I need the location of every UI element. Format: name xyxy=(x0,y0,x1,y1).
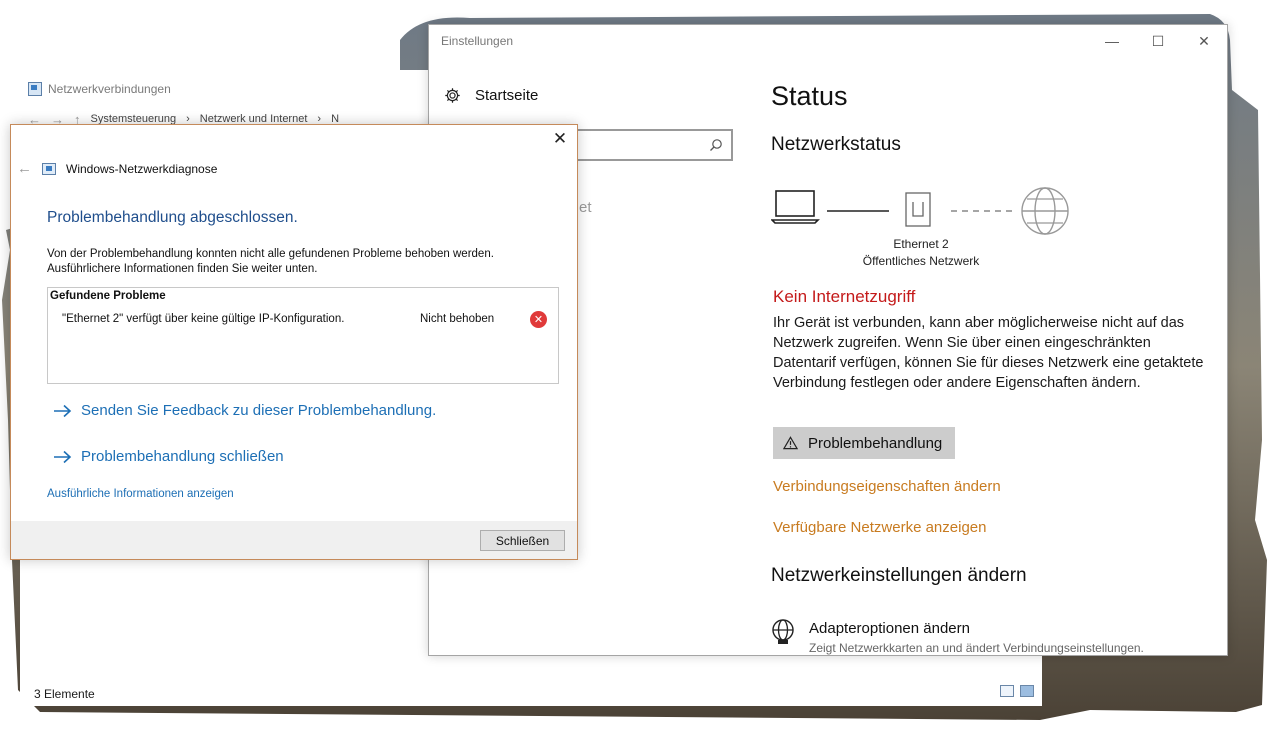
settings-title: Einstellungen xyxy=(441,34,514,48)
troubleshoot-button-label: Problembehandlung xyxy=(808,434,943,452)
arrow-right-icon xyxy=(54,404,72,417)
adapter-options-link[interactable]: Adapteroptionen ändern xyxy=(809,620,970,637)
maximize-icon[interactable]: ☐ xyxy=(1135,25,1181,57)
close-troubleshooter-link[interactable]: Problembehandlung schließen xyxy=(53,448,284,465)
dialog-header: ← Windows-Netzwerkdiagnose xyxy=(17,160,217,177)
explorer-title: Netzwerkverbindungen xyxy=(48,82,171,96)
network-type: Öffentliches Netzwerk xyxy=(862,254,980,268)
view-switcher xyxy=(1000,685,1034,697)
status-description: Ihr Gerät ist verbunden, kann aber mögli… xyxy=(773,315,1204,391)
nav-home[interactable]: Startseite xyxy=(444,87,538,104)
gear-icon xyxy=(445,88,460,103)
problems-header: Gefundene Probleme xyxy=(50,290,166,302)
settings-content: Status Netzwerkstatus Ethernet 2 Öffentl… xyxy=(771,57,1216,655)
feedback-link[interactable]: Senden Sie Feedback zu dieser Problembeh… xyxy=(53,402,436,419)
link-available-networks[interactable]: Verfügbare Netzwerke anzeigen xyxy=(773,519,986,536)
close-icon[interactable]: ✕ xyxy=(543,125,577,153)
arrow-right-icon xyxy=(54,450,72,463)
network-diagnostics-dialog: ✕ ← Windows-Netzwerkdiagnose Problembeha… xyxy=(10,124,578,560)
details-view-icon[interactable] xyxy=(1000,685,1014,697)
troubleshoot-button[interactable]: Problembehandlung xyxy=(773,427,955,459)
dialog-heading: Problembehandlung abgeschlossen. xyxy=(47,209,298,226)
dialog-message-line-1: Von der Problembehandlung konnten nicht … xyxy=(47,248,494,260)
adapter-options-description: Zeigt Netzwerkkarten an und ändert Verbi… xyxy=(809,641,1144,655)
problems-list: Gefundene Probleme "Ethernet 2" verfügt … xyxy=(47,287,559,384)
adapter-globe-icon[interactable] xyxy=(771,619,795,645)
section-heading-netsettings: Netzwerkeinstellungen ändern xyxy=(771,565,1027,586)
close-icon[interactable]: ✕ xyxy=(1181,25,1227,57)
back-arrow-icon[interactable]: ← xyxy=(17,160,32,177)
sidebar-item-fragment[interactable]: et xyxy=(579,199,592,216)
network-diagnostics-icon xyxy=(42,162,56,175)
network-folder-icon xyxy=(28,82,42,96)
adapter-name: Ethernet 2 xyxy=(893,237,949,251)
problem-description: "Ethernet 2" verfügt über keine gültige … xyxy=(62,313,345,325)
globe-icon xyxy=(1021,187,1069,235)
problem-state: Nicht behoben xyxy=(420,313,495,325)
status-no-internet: Kein Internetzugriff xyxy=(773,287,916,306)
close-button[interactable]: Schließen xyxy=(480,530,565,551)
page-title: Status xyxy=(771,81,848,111)
warning-icon xyxy=(783,436,798,450)
error-icon: ✕ xyxy=(530,311,547,328)
ethernet-port-icon xyxy=(905,192,931,227)
details-link[interactable]: Ausführliche Informationen anzeigen xyxy=(47,488,234,500)
dialog-title: Windows-Netzwerkdiagnose xyxy=(66,161,218,176)
large-icons-view-icon[interactable] xyxy=(1020,685,1034,697)
dialog-message-line-2: Ausführlichere Informationen finden Sie … xyxy=(47,263,318,275)
dialog-footer: Schließen xyxy=(11,521,577,559)
search-icon xyxy=(710,139,722,151)
close-troubleshooter-link-label: Problembehandlung schließen xyxy=(81,448,284,465)
window-controls: — ☐ ✕ xyxy=(1089,25,1227,57)
explorer-titlebar: Netzwerkverbindungen xyxy=(28,80,171,98)
section-heading-netstatus: Netzwerkstatus xyxy=(771,134,901,155)
link-connection-properties[interactable]: Verbindungseigenschaften ändern xyxy=(773,478,1001,495)
minimize-icon[interactable]: — xyxy=(1089,25,1135,57)
laptop-icon xyxy=(771,190,820,224)
dialog-message: Von der Problembehandlung konnten nicht … xyxy=(47,247,494,277)
feedback-link-label: Senden Sie Feedback zu dieser Problembeh… xyxy=(81,402,437,419)
nav-home-label: Startseite xyxy=(475,87,539,104)
status-bar-count: 3 Elemente xyxy=(34,687,95,701)
